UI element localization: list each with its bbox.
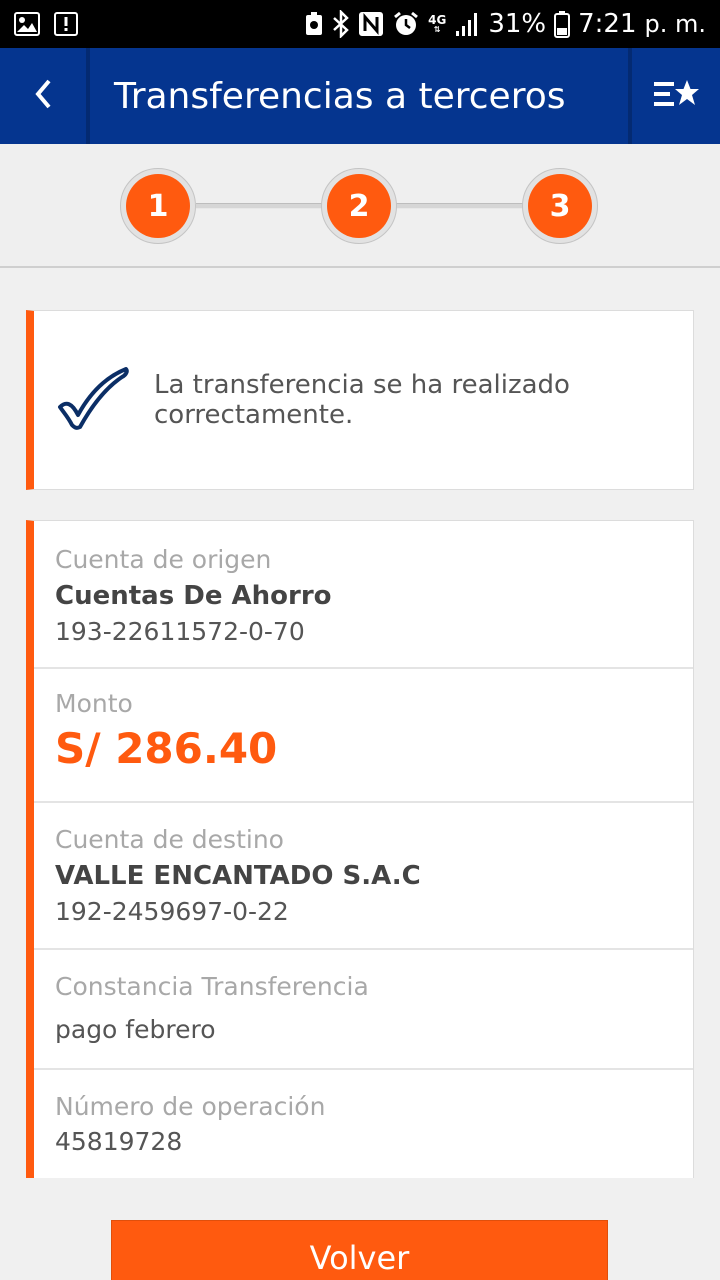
amount-value: S/ 286.40 xyxy=(55,724,278,773)
step-connector xyxy=(396,203,524,209)
chevron-left-icon xyxy=(33,78,53,114)
voucher-row: Constancia Transferencia pago febrero xyxy=(34,950,693,1070)
nfc-icon xyxy=(358,11,384,37)
bluetooth-icon xyxy=(332,10,350,38)
signal-icon xyxy=(454,11,480,37)
success-message: La transferencia se ha realizado correct… xyxy=(154,370,570,430)
alarm-icon xyxy=(392,10,420,38)
amount-label: Monto xyxy=(55,689,133,718)
step-number: 3 xyxy=(528,174,592,238)
clock: 7:21 xyxy=(578,9,637,39)
recycle-icon xyxy=(304,11,324,37)
destination-account-number: 192-2459697-0-22 xyxy=(55,897,289,926)
operation-number-value: 45819728 xyxy=(55,1127,183,1156)
battery-percent: 31% xyxy=(488,9,547,39)
origin-account-name: Cuentas De Ahorro xyxy=(55,581,332,611)
origin-account-number: 193-22611572-0-70 xyxy=(55,617,305,646)
voucher-label: Constancia Transferencia xyxy=(55,972,369,1001)
transfer-details-card: Cuenta de origen Cuentas De Ahorro 193-2… xyxy=(26,520,694,1178)
step-number: 2 xyxy=(327,174,391,238)
network-type: 4G ⇅ xyxy=(428,13,447,34)
alert-icon xyxy=(54,12,78,36)
operation-number-label: Número de operación xyxy=(55,1092,326,1121)
destination-account-name: VALLE ENCANTADO S.A.C xyxy=(55,861,421,891)
operation-number-row: Número de operación 45819728 xyxy=(34,1070,693,1179)
check-icon xyxy=(58,367,129,430)
progress-stepper: 1 2 3 xyxy=(0,144,720,268)
origin-account-row: Cuenta de origen Cuentas De Ahorro 193-2… xyxy=(34,521,693,669)
destination-account-row: Cuenta de destino VALLE ENCANTADO S.A.C … xyxy=(34,803,693,950)
step-2: 2 xyxy=(321,168,397,244)
page-title: Transferencias a terceros xyxy=(114,75,566,117)
clock-ampm: p. m. xyxy=(644,10,707,38)
voucher-value: pago febrero xyxy=(55,1015,216,1044)
amount-row: Monto S/ 286.40 xyxy=(34,669,693,803)
app-bar: Transferencias a terceros xyxy=(0,48,720,144)
favorites-button[interactable] xyxy=(628,48,720,144)
volver-button[interactable]: Volver xyxy=(111,1220,608,1280)
status-bar: 4G ⇅ 31% 7:21 p. m. xyxy=(0,0,720,48)
destination-account-label: Cuenta de destino xyxy=(55,825,284,854)
step-connector xyxy=(196,203,324,209)
list-star-icon xyxy=(652,78,700,114)
step-3: 3 xyxy=(522,168,598,244)
battery-icon xyxy=(554,10,571,38)
step-1: 1 xyxy=(120,168,196,244)
gallery-icon xyxy=(14,12,40,36)
origin-account-label: Cuenta de origen xyxy=(55,545,272,574)
back-button[interactable] xyxy=(0,48,90,144)
step-number: 1 xyxy=(126,174,190,238)
success-card: La transferencia se ha realizado correct… xyxy=(26,310,694,490)
